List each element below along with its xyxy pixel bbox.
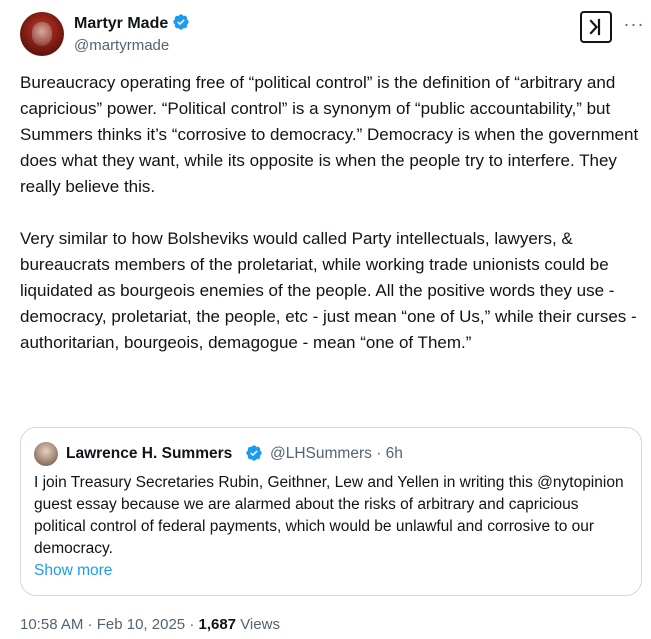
quoted-tweet-text: I join Treasury Secretaries Rubin, Geith… — [34, 474, 624, 557]
quoted-author-meta: @LHSummers · 6h — [270, 444, 403, 464]
views-label: Views — [240, 616, 280, 633]
grok-icon — [589, 18, 601, 36]
views-count: 1,687 — [198, 616, 237, 633]
avatar-face — [32, 22, 52, 46]
show-more-link[interactable]: Show more — [34, 561, 112, 581]
quoted-timestamp: 6h — [385, 445, 403, 462]
quoted-author-avatar — [34, 442, 58, 466]
tweet-meta: 10:58 AM · Feb 10, 2025 · 1,687 Views — [20, 614, 280, 636]
grok-button[interactable] — [580, 11, 612, 43]
tweet-header: Martyr Made @martyrmade ··· — [20, 10, 643, 60]
author-avatar[interactable] — [20, 12, 64, 56]
quoted-author-name: Lawrence H. Summers — [66, 445, 233, 462]
author-name[interactable]: Martyr Made — [74, 15, 168, 32]
meta-separator-2: · — [189, 616, 195, 633]
author-handle[interactable]: @martyrmade — [74, 36, 190, 56]
author-name-row: Martyr Made — [74, 13, 190, 34]
quoted-verified-badge-icon — [246, 445, 262, 461]
quoted-author-handle: @LHSummers — [270, 445, 372, 462]
tweet-time[interactable]: 10:58 AM — [20, 616, 83, 633]
meta-separator: · — [87, 616, 93, 633]
tweet-text: Bureaucracy operating free of “political… — [20, 73, 639, 352]
tweet-date[interactable]: Feb 10, 2025 — [97, 616, 185, 633]
quoted-tweet[interactable]: Lawrence H. Summers @LHSummers · 6h I jo… — [20, 427, 642, 596]
author-info: Martyr Made @martyrmade — [74, 13, 190, 56]
quoted-separator: · — [376, 445, 382, 462]
more-options-icon[interactable]: ··· — [622, 14, 646, 38]
verified-badge-icon — [173, 14, 189, 30]
